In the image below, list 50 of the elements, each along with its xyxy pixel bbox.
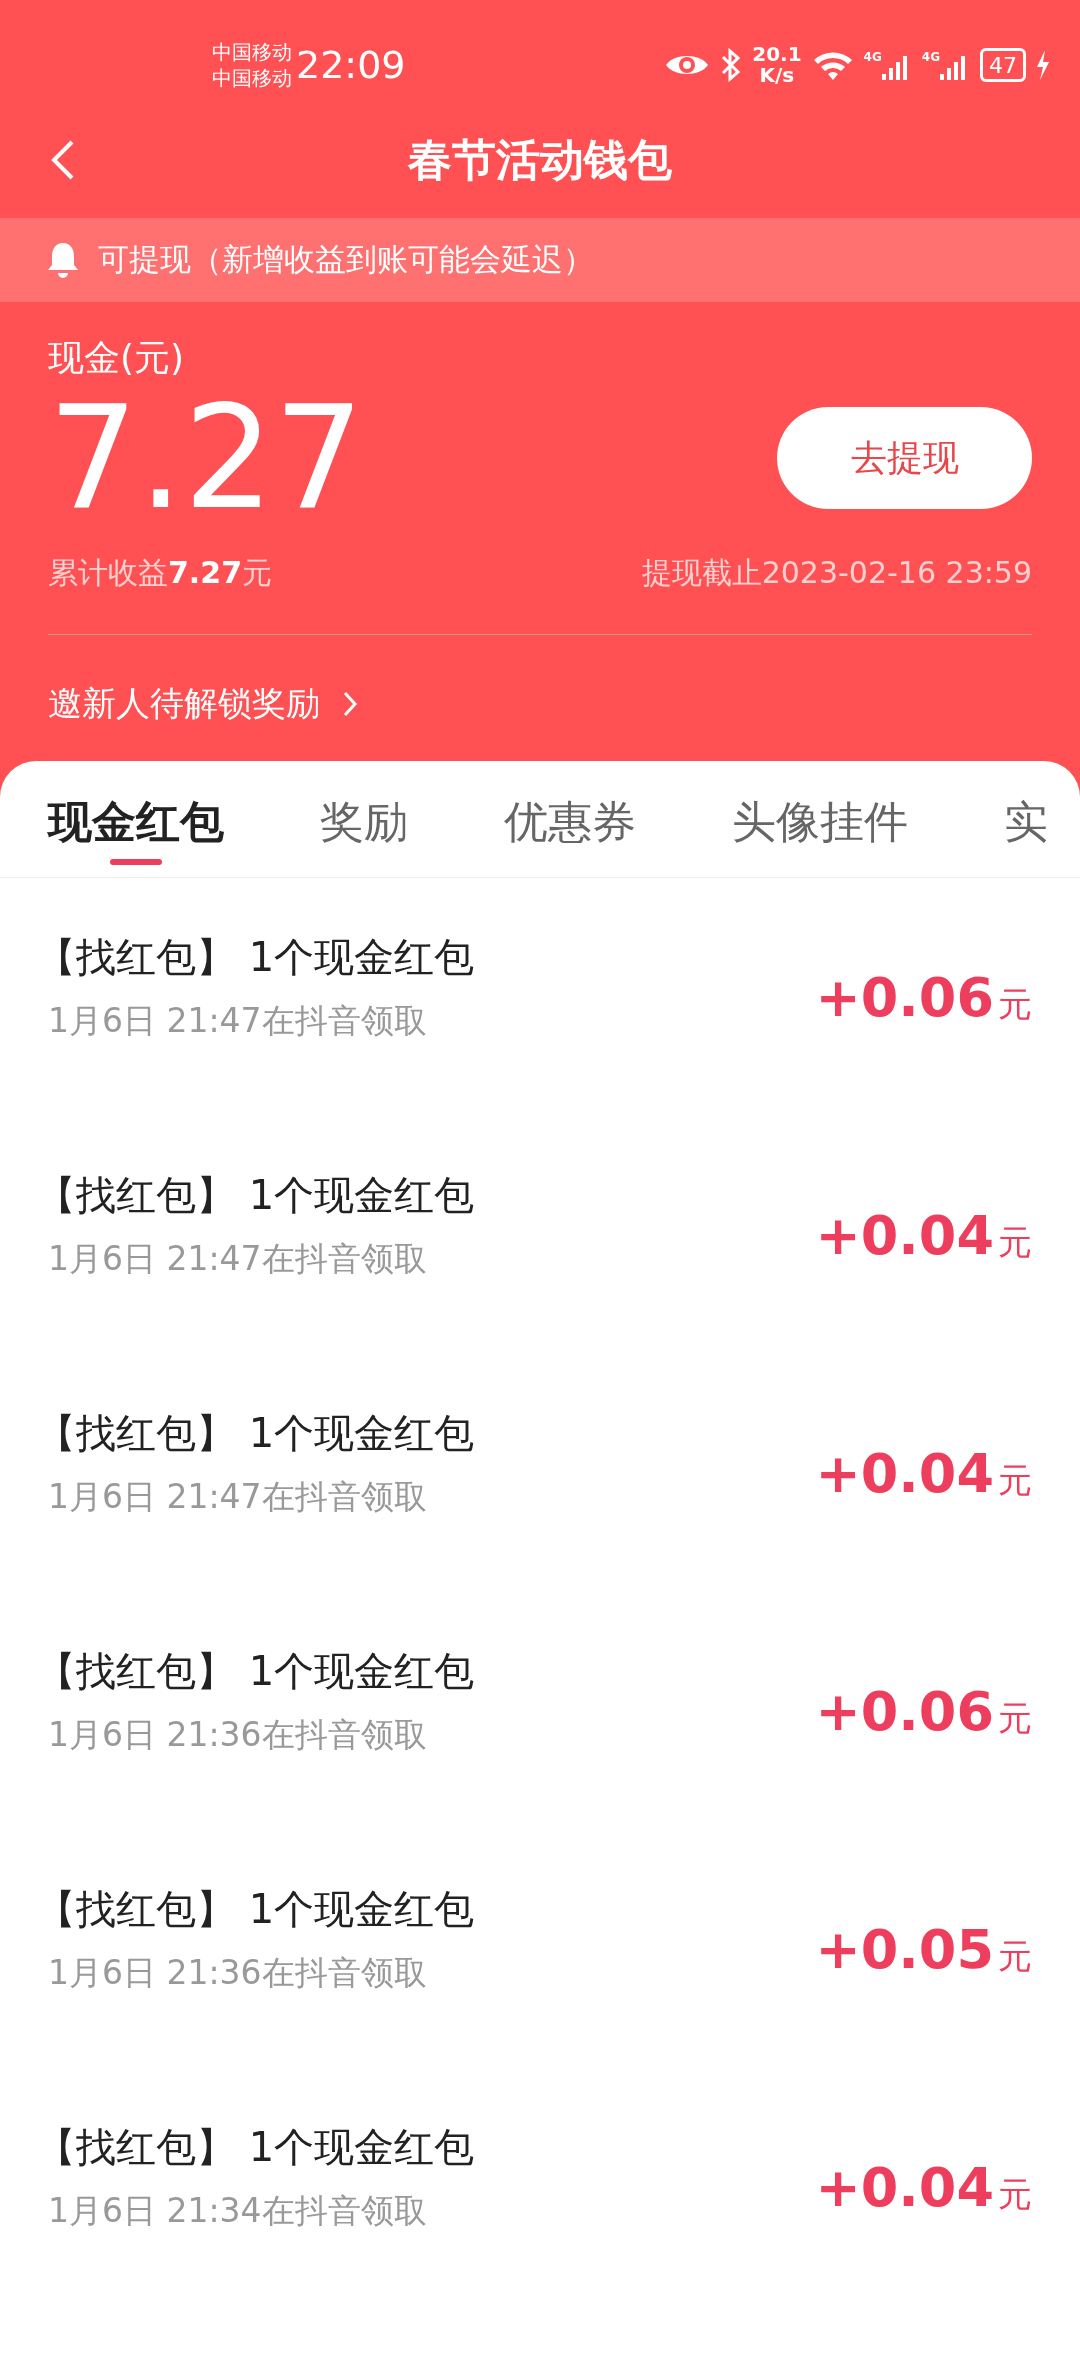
record-amount: +0.04 [815,1441,994,1505]
record-title: 【找红包】 1个现金红包 [36,1171,475,1220]
total-earnings: 累计收益7.27元 [48,554,273,592]
notice-text: 可提现（新增收益到账可能会延迟） [98,240,594,279]
currency-unit: 元 [998,1696,1032,1740]
tab[interactable]: 现金红包 [48,785,224,865]
chevron-right-icon [342,690,358,718]
status-time: 22:09 [296,43,406,87]
currency-unit: 元 [998,1934,1032,1978]
battery-level: 47 [989,52,1017,78]
currency-unit: 元 [998,2172,1032,2216]
network-speed: 20.1 [752,44,802,65]
network-type: 4G [863,50,882,64]
record-time: 1月6日 21:36在抖音领取 [48,1714,428,1756]
record-title: 【找红包】 1个现金红包 [36,1885,475,1934]
record-time: 1月6日 21:47在抖音领取 [48,1000,428,1042]
currency-unit: 元 [998,1458,1032,1502]
record-time: 1月6日 21:47在抖音领取 [48,1238,428,1280]
record-amount: +0.04 [815,2155,994,2219]
bluetooth-icon [720,48,743,82]
tab[interactable]: 奖励 [320,785,408,865]
record-amount: +0.06 [815,1679,994,1743]
record-time: 1月6日 21:34在抖音领取 [48,2190,428,2232]
record-amount: +0.05 [815,1917,994,1981]
tab[interactable]: 优惠券 [504,785,636,865]
tab[interactable]: 头像挂件 [732,785,908,865]
record-amount: +0.06 [815,965,994,1029]
record-title: 【找红包】 1个现金红包 [36,933,475,982]
cash-label: 现金(元) [48,336,186,380]
withdraw-deadline: 提现截止2023-02-16 23:59 [641,554,1032,592]
invite-link[interactable]: 邀新人待解锁奖励 [48,635,1032,727]
currency-unit: 元 [998,1220,1032,1264]
tab[interactable]: 实 [1004,785,1048,865]
withdraw-button[interactable]: 去提现 [777,407,1032,509]
invite-text: 邀新人待解锁奖励 [48,682,320,725]
bell-icon [46,241,80,279]
record-title: 【找红包】 1个现金红包 [36,1409,475,1458]
record-title: 【找红包】 1个现金红包 [36,1647,475,1696]
carrier-name: 中国移动 [212,65,292,91]
record-amount: +0.04 [815,1203,994,1267]
page-title: 春节活动钱包 [408,132,672,187]
record-time: 1月6日 21:36在抖音领取 [48,1952,428,1994]
carrier-name: 中国移动 [212,39,292,65]
network-type: 4G [921,50,940,64]
charging-icon [1036,50,1050,80]
currency-unit: 元 [998,982,1032,1026]
cash-amount: 7.27 [48,383,365,533]
network-speed: K/s [759,65,795,86]
record-time: 1月6日 21:47在抖音领取 [48,1476,428,1518]
record-title: 【找红包】 1个现金红包 [36,2123,475,2172]
